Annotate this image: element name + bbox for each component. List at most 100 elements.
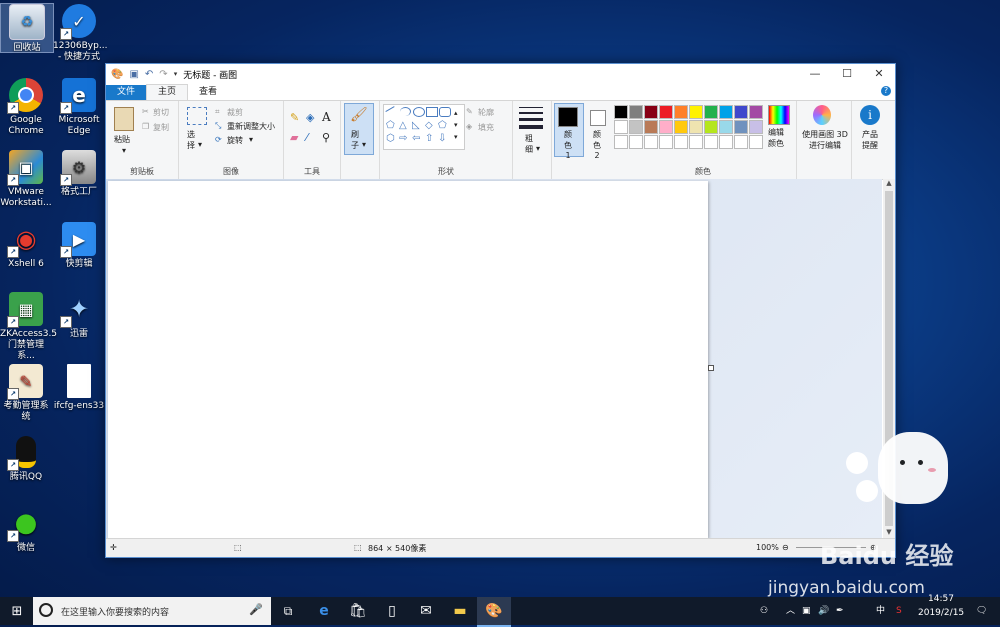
- task-view-icon[interactable]: ⧉: [271, 597, 305, 625]
- paste-icon[interactable]: [114, 107, 134, 131]
- palette-swatch[interactable]: [719, 120, 733, 134]
- outline-button[interactable]: 轮廓: [478, 107, 494, 118]
- desktop-icon-edge[interactable]: e ↗ Microsoft Edge: [53, 78, 105, 137]
- scroll-up-icon[interactable]: ▲: [883, 179, 895, 189]
- palette-swatch[interactable]: [689, 105, 703, 119]
- drawing-canvas[interactable]: [108, 181, 708, 538]
- taskbar-paint-icon[interactable]: 🎨: [477, 597, 511, 627]
- palette-swatch[interactable]: [629, 135, 643, 149]
- store-icon[interactable]: 🛍: [341, 597, 375, 625]
- text-tool-icon[interactable]: A: [322, 110, 331, 124]
- palette-swatch[interactable]: [659, 120, 673, 134]
- palette-swatch[interactable]: [734, 105, 748, 119]
- magnifier-icon[interactable]: ⚲: [322, 131, 330, 144]
- redo-icon[interactable]: ↷: [159, 69, 167, 80]
- notifications-icon[interactable]: 🗨: [976, 597, 987, 625]
- edit-colors-icon[interactable]: [768, 105, 790, 125]
- tray-chevron-icon[interactable]: ︿: [786, 597, 795, 625]
- palette-swatch[interactable]: [734, 135, 748, 149]
- pen-icon[interactable]: ✒: [836, 597, 844, 625]
- arrow-left-shape-icon[interactable]: ⇦: [412, 133, 420, 144]
- palette-swatch[interactable]: [659, 105, 673, 119]
- palette-swatch[interactable]: [614, 105, 628, 119]
- desktop-icon-format-factory[interactable]: ⚙ ↗ 格式工厂: [53, 150, 105, 198]
- palette-swatch[interactable]: [644, 105, 658, 119]
- desktop-icon-xunlei[interactable]: ✦ ↗ 迅雷: [53, 292, 105, 340]
- palette-swatch[interactable]: [749, 135, 763, 149]
- polygon-shape-icon[interactable]: ⬠: [386, 120, 395, 131]
- fill-bucket-icon[interactable]: ◈: [306, 111, 314, 124]
- select-dropdown-icon[interactable]: ▾: [198, 140, 202, 149]
- desktop-icon-chrome[interactable]: ↗ Google Chrome: [0, 78, 52, 137]
- palette-swatch[interactable]: [674, 135, 688, 149]
- palette-swatch[interactable]: [749, 105, 763, 119]
- palette-swatch[interactable]: [674, 120, 688, 134]
- rectangle-shape-icon[interactable]: [426, 107, 438, 117]
- palette-swatch[interactable]: [644, 120, 658, 134]
- minimize-button[interactable]: —: [799, 64, 831, 84]
- tab-home[interactable]: 主页: [146, 84, 189, 100]
- clock-date[interactable]: 2019/2/15: [918, 605, 964, 621]
- copy-button[interactable]: 复制: [153, 122, 169, 133]
- people-icon[interactable]: ⚇: [760, 597, 768, 625]
- rotate-button[interactable]: 旋转: [227, 135, 243, 146]
- palette-swatch[interactable]: [659, 135, 673, 149]
- crop-button[interactable]: 裁剪: [227, 107, 243, 118]
- group-product-alert[interactable]: i 产品提醒: [852, 101, 888, 179]
- tab-file[interactable]: 文件: [106, 85, 147, 100]
- palette-swatch[interactable]: [734, 120, 748, 134]
- rotate-dropdown-icon[interactable]: ▾: [249, 135, 253, 144]
- desktop-icon-attendance[interactable]: ✎ ↗ 考勤管理系统: [0, 364, 52, 423]
- taskbar-edge-icon[interactable]: e: [307, 597, 341, 625]
- desktop-icon-wechat[interactable]: ● ↗ 微信: [0, 506, 52, 554]
- palette-swatch[interactable]: [614, 120, 628, 134]
- shapes-scroll-icon[interactable]: ▴ ▾ ▾: [454, 107, 458, 143]
- paste-button[interactable]: 粘贴: [114, 134, 130, 145]
- palette-swatch[interactable]: [749, 120, 763, 134]
- canvas-resize-handle[interactable]: [708, 365, 714, 371]
- color-picker-icon[interactable]: ⁄: [306, 131, 308, 144]
- oval-shape-icon[interactable]: [413, 107, 425, 117]
- palette-swatch[interactable]: [674, 105, 688, 119]
- desktop-icon-ifcfg[interactable]: ifcfg-ens33: [53, 364, 105, 412]
- desktop-icon-zkaccess[interactable]: ▦ ↗ ZKAccess3.5 门禁管理系...: [0, 292, 57, 362]
- color2-swatch[interactable]: [590, 110, 606, 126]
- arrow-right-shape-icon[interactable]: ⇨: [399, 133, 407, 144]
- undo-icon[interactable]: ↶: [145, 69, 153, 80]
- pencil-icon[interactable]: ✎: [290, 111, 299, 124]
- pentagon-shape-icon[interactable]: ⬠: [438, 120, 447, 131]
- palette-swatch[interactable]: [629, 105, 643, 119]
- palette-swatch[interactable]: [719, 105, 733, 119]
- microphone-icon[interactable]: 🎤: [249, 603, 263, 616]
- palette-swatch[interactable]: [704, 120, 718, 134]
- rounded-rectangle-shape-icon[interactable]: [439, 107, 451, 117]
- zoom-out-button[interactable]: ⊖: [782, 543, 789, 552]
- file-explorer-icon[interactable]: ▬: [443, 597, 477, 625]
- paste-dropdown-icon[interactable]: ▾: [122, 146, 126, 155]
- color2-label[interactable]: 颜色 2: [590, 129, 604, 160]
- hexagon-shape-icon[interactable]: ⬡: [386, 133, 395, 144]
- customize-chevron-icon[interactable]: ▾: [174, 70, 178, 78]
- cut-button[interactable]: 剪切: [153, 107, 169, 118]
- desktop-icon-xshell[interactable]: ◉ ↗ Xshell 6: [0, 222, 52, 270]
- mail-icon[interactable]: ✉: [409, 597, 443, 625]
- right-triangle-shape-icon[interactable]: ◺: [412, 120, 420, 131]
- curve-shape-icon[interactable]: [400, 107, 411, 116]
- sogou-icon[interactable]: S: [896, 597, 902, 625]
- palette-swatch[interactable]: [704, 105, 718, 119]
- taskbar-file-icon[interactable]: ▯: [375, 597, 409, 625]
- arrow-down-shape-icon[interactable]: ⇩: [438, 133, 446, 144]
- network-icon[interactable]: ▣: [802, 597, 811, 625]
- start-button[interactable]: ⊞: [0, 597, 34, 625]
- desktop-icon-vmware[interactable]: ▣ ↗ VMware Workstati...: [0, 150, 52, 209]
- size-dropdown-icon[interactable]: ▾: [536, 144, 540, 153]
- desktop-icon-kuaijianji[interactable]: ▶ ↗ 快剪辑: [53, 222, 105, 270]
- resize-button[interactable]: 重新调整大小: [227, 121, 275, 132]
- save-icon[interactable]: ▣: [129, 69, 138, 80]
- volume-icon[interactable]: 🔊: [818, 597, 829, 625]
- maximize-button[interactable]: ☐: [831, 64, 863, 84]
- desktop-icon-12306[interactable]: ✓ ↗ 12306Byp... - 快捷方式: [53, 4, 107, 63]
- palette-swatch[interactable]: [629, 120, 643, 134]
- desktop-icon-recycle-bin[interactable]: ♻ 回收站: [0, 3, 54, 53]
- tab-view[interactable]: 查看: [188, 85, 228, 100]
